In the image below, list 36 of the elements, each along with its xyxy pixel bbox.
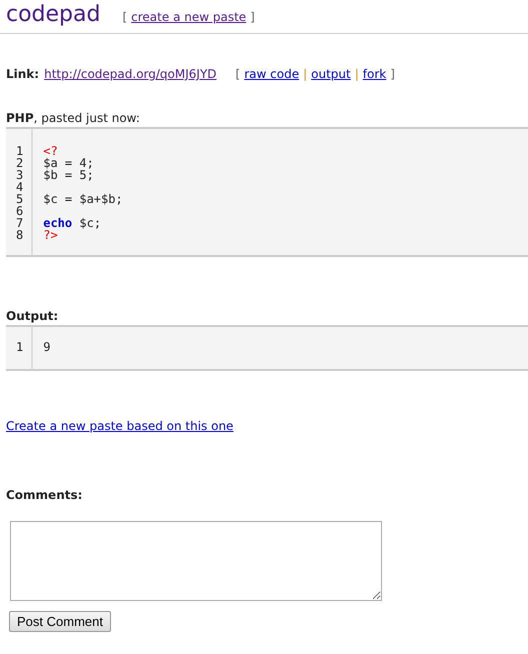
output-line: 9	[43, 341, 50, 353]
code-line: ?>	[43, 229, 59, 241]
paste-url-link[interactable]: http://codepad.org/qoMJ6JYD	[44, 67, 217, 81]
line-number: 1	[16, 341, 24, 353]
line-number: 7	[16, 217, 24, 229]
line-number: 2	[16, 157, 24, 169]
bracket: ]	[390, 67, 395, 81]
fork-paste-link[interactable]: Create a new paste based on this one	[6, 419, 234, 433]
comment-field[interactable]	[10, 521, 382, 601]
post-comment-button[interactable]: Post Comment	[9, 611, 111, 632]
link[interactable]: fork	[362, 67, 386, 81]
code-line: echo $c;	[43, 217, 102, 229]
separator: |	[303, 67, 308, 81]
code-line: $b = 5;	[43, 169, 95, 181]
line-number: 8	[16, 229, 24, 241]
line-number: 1	[16, 145, 24, 157]
create-paste-link[interactable]: create a new paste	[131, 10, 246, 24]
output-label: Output:	[6, 309, 58, 323]
comments-label: Comments:	[6, 488, 82, 502]
line-number: 3	[16, 169, 24, 181]
line-number: 4	[16, 181, 24, 193]
language-label: PHP	[6, 111, 34, 125]
bracket: ]	[250, 10, 255, 24]
code-line: $c = $a+$b;	[43, 193, 123, 205]
line-number: 6	[16, 205, 24, 217]
link-label: Link:	[6, 67, 40, 81]
separator: |	[354, 67, 359, 81]
code-line: <?	[43, 145, 59, 157]
paste-caption: , pasted just now:	[34, 111, 140, 125]
link[interactable]: raw code	[244, 67, 300, 81]
code-line: $a = 4;	[43, 157, 95, 169]
bracket: [	[236, 67, 240, 81]
bracket: [	[122, 10, 128, 24]
site-logo[interactable]: codepad	[6, 2, 100, 27]
line-number: 5	[16, 193, 24, 205]
link[interactable]: output	[311, 67, 351, 81]
